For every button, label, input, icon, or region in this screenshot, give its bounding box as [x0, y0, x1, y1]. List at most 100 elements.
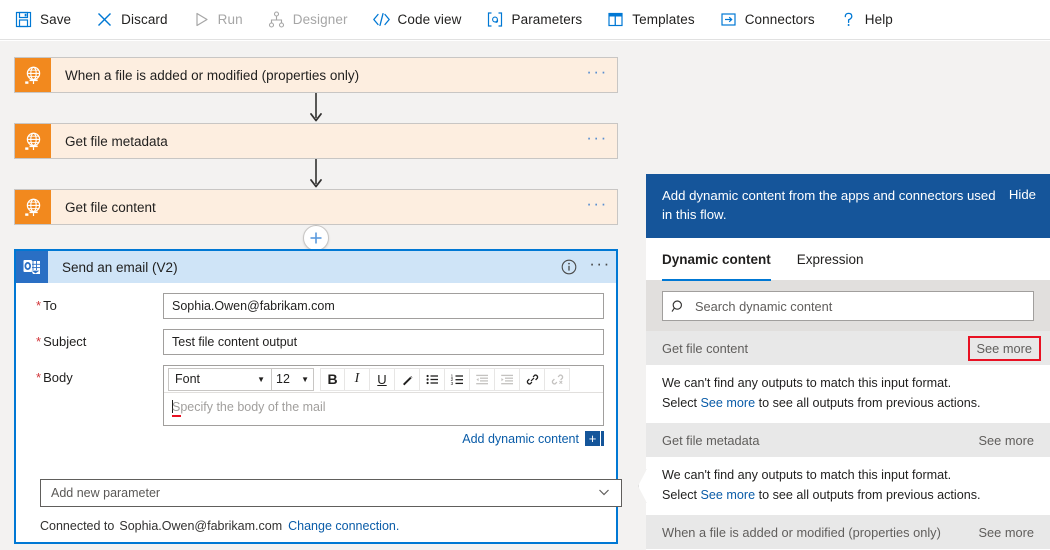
hide-panel-button[interactable]: Hide: [1009, 186, 1036, 202]
text-highlight-icon[interactable]: [395, 368, 420, 391]
body-input[interactable]: Specify the body of the mail: [164, 393, 603, 425]
italic-icon[interactable]: I: [345, 368, 370, 391]
save-button[interactable]: Save: [14, 0, 71, 40]
help-icon: [839, 10, 858, 29]
chevron-down-icon: [597, 485, 611, 502]
change-connection-link[interactable]: Change connection.: [288, 519, 399, 533]
dynamic-group-body: We can't find any outputs to match this …: [646, 365, 1050, 423]
flow-node-title: Get file content: [51, 190, 577, 224]
templates-icon: [606, 10, 625, 29]
insert-step-button[interactable]: [303, 225, 329, 251]
flow-node-get-file-metadata[interactable]: Get file metadata ···: [14, 123, 618, 159]
no-outputs-message-line2: Select See more to see all outputs from …: [662, 486, 1034, 506]
dynamic-content-banner: Add dynamic content from the apps and co…: [646, 174, 1050, 238]
bold-icon[interactable]: B: [320, 368, 345, 391]
send-email-card-header[interactable]: Send an email (V2) ···: [16, 251, 616, 283]
numbered-list-icon[interactable]: 123: [445, 368, 470, 391]
flow-node-menu-button[interactable]: ···: [577, 58, 617, 92]
connectors-label: Connectors: [745, 12, 815, 27]
tab-dynamic-content[interactable]: Dynamic content: [662, 238, 771, 281]
add-dynamic-content-plus-button[interactable]: +: [585, 431, 600, 446]
sharepoint-globe-icon: [15, 58, 51, 92]
to-input[interactable]: Sophia.Owen@fabrikam.com: [163, 293, 604, 319]
flow-node-menu-button[interactable]: ···: [577, 190, 617, 224]
flow-node-title: Get file metadata: [51, 124, 577, 158]
panel-tabs: Dynamic content Expression: [646, 238, 1050, 281]
flow-node-menu-button[interactable]: ···: [577, 124, 617, 158]
help-button[interactable]: Help: [839, 0, 893, 40]
discard-label: Discard: [121, 12, 167, 27]
send-email-card: Send an email (V2) ··· *To Sophia.Owen@f…: [14, 249, 618, 544]
connectors-button[interactable]: Connectors: [719, 0, 815, 40]
increase-indent-icon[interactable]: [495, 368, 520, 391]
underline-icon[interactable]: U: [370, 368, 395, 391]
dynamic-group-header-get-file-content[interactable]: Get file content See more: [646, 331, 1050, 365]
add-new-parameter-dropdown[interactable]: Add new parameter: [40, 479, 622, 507]
command-toolbar: Save Discard Run Designer Code view Para…: [0, 0, 1050, 40]
dynamic-group-header-trigger[interactable]: When a file is added or modified (proper…: [646, 515, 1050, 549]
parameters-icon: [485, 10, 504, 29]
no-outputs-message-line1: We can't find any outputs to match this …: [662, 466, 1034, 486]
decrease-indent-icon[interactable]: [470, 368, 495, 391]
info-circle-icon[interactable]: [554, 259, 584, 275]
add-dynamic-content-accent-bar: [601, 431, 604, 446]
body-placeholder: Specify the body of the mail: [172, 400, 326, 414]
spellcheck-underline: [172, 415, 181, 417]
designer-button[interactable]: Designer: [267, 0, 348, 40]
subject-field-row: *Subject Test file content output: [16, 329, 616, 355]
font-family-dropdown[interactable]: Font ▼: [168, 368, 272, 391]
remove-link-icon[interactable]: [545, 368, 570, 391]
panel-collapse-handle[interactable]: [638, 469, 647, 503]
add-dynamic-content-link[interactable]: Add dynamic content: [462, 432, 579, 446]
connected-to-label: Connected to: [40, 519, 114, 533]
templates-button[interactable]: Templates: [606, 0, 694, 40]
code-view-button[interactable]: Code view: [372, 0, 462, 40]
flow-node-get-file-content[interactable]: Get file content ···: [14, 189, 618, 225]
save-label: Save: [40, 12, 71, 27]
search-placeholder: Search dynamic content: [695, 299, 832, 314]
dynamic-group-name: When a file is added or modified (proper…: [662, 525, 979, 540]
body-editor-toolbar: Font ▼ 12 ▼ B I U: [164, 366, 603, 393]
parameters-label: Parameters: [511, 12, 582, 27]
required-mark: *: [36, 370, 41, 385]
search-container: Search dynamic content: [646, 281, 1050, 331]
discard-button[interactable]: Discard: [95, 0, 167, 40]
templates-label: Templates: [632, 12, 694, 27]
run-button[interactable]: Run: [192, 0, 243, 40]
see-more-inline-link[interactable]: See more: [701, 396, 756, 410]
search-icon: [671, 299, 686, 314]
designer-icon: [267, 10, 286, 29]
discard-x-icon: [95, 10, 114, 29]
help-label: Help: [865, 12, 893, 27]
font-size-value: 12: [276, 372, 299, 386]
see-more-button[interactable]: See more: [968, 336, 1041, 361]
sharepoint-globe-icon: [15, 190, 51, 224]
parameters-button[interactable]: Parameters: [485, 0, 582, 40]
font-size-dropdown[interactable]: 12 ▼: [272, 368, 314, 391]
svg-text:3: 3: [450, 381, 453, 386]
add-dynamic-content-row: Add dynamic content +: [163, 431, 604, 446]
search-dynamic-content-input[interactable]: Search dynamic content: [662, 291, 1034, 321]
designer-label: Designer: [293, 12, 348, 27]
subject-input[interactable]: Test file content output: [163, 329, 604, 355]
flow-node-trigger[interactable]: When a file is added or modified (proper…: [14, 57, 618, 93]
tab-dynamic-content-label: Dynamic content: [662, 252, 771, 267]
send-email-card-title: Send an email (V2): [48, 260, 554, 275]
dynamic-group-header-get-file-metadata[interactable]: Get file metadata See more: [646, 423, 1050, 457]
insert-link-icon[interactable]: [520, 368, 545, 391]
send-email-card-menu-button[interactable]: ···: [584, 254, 616, 280]
connection-status-row: Connected to Sophia.Owen@fabrikam.com Ch…: [40, 519, 399, 533]
body-rich-text-editor: Font ▼ 12 ▼ B I U: [163, 365, 604, 426]
see-more-button[interactable]: See more: [979, 433, 1034, 448]
see-more-button[interactable]: See more: [979, 525, 1034, 540]
bulleted-list-icon[interactable]: [420, 368, 445, 391]
dynamic-group-body: We can't find any outputs to match this …: [646, 457, 1050, 515]
dynamic-group-name: Get file content: [662, 341, 968, 356]
tab-expression[interactable]: Expression: [797, 238, 864, 281]
chevron-down-icon: ▼: [257, 375, 265, 384]
chevron-down-icon: ▼: [301, 375, 309, 384]
subject-label: *Subject: [28, 329, 163, 349]
flow-node-title: When a file is added or modified (proper…: [51, 58, 577, 92]
code-view-icon: [372, 10, 391, 29]
see-more-inline-link[interactable]: See more: [701, 488, 756, 502]
